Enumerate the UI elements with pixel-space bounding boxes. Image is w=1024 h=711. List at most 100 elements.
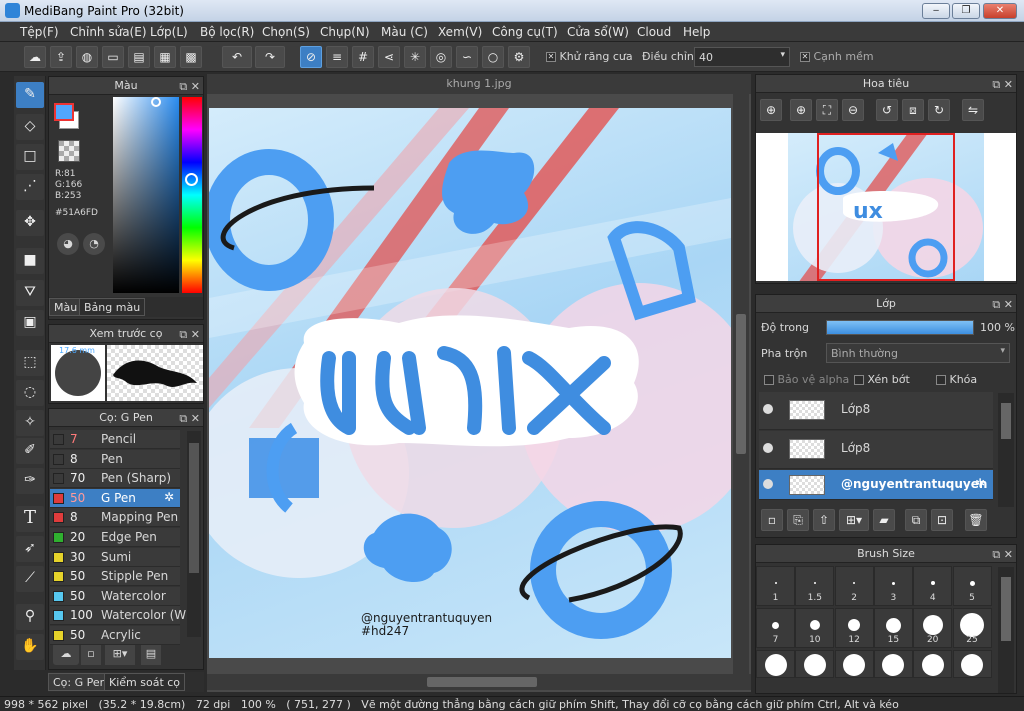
brush-size-cell[interactable] — [834, 650, 874, 678]
panel-controls[interactable]: ⧉ ✕ — [179, 410, 200, 427]
navigator-preview[interactable]: ux — [756, 133, 1016, 283]
opacity-slider[interactable] — [826, 320, 974, 335]
antialias-option[interactable]: ✕ Khử răng cưa — [546, 50, 633, 63]
radial-snap-icon[interactable]: ⋖ — [378, 46, 400, 68]
settings-gear-icon[interactable]: ⚙ — [508, 46, 530, 68]
rotate-right-icon[interactable]: ↻ — [928, 99, 950, 121]
brush-settings-icon[interactable]: ▤ — [141, 643, 161, 665]
curve-snap-icon[interactable]: ∽ — [456, 46, 478, 68]
canvas-vertical-scrollbar[interactable] — [733, 94, 749, 674]
gradient-tool-icon[interactable]: ▣ — [16, 310, 44, 336]
layer-row[interactable]: @nguyentrantuquyen ✲ — [759, 470, 993, 500]
brush-item[interactable]: 70 Pen (Sharp) — [50, 469, 180, 489]
panel-layout-icon[interactable]: ▦ — [154, 46, 176, 68]
magic-wand-tool-icon[interactable]: ✧ — [16, 410, 44, 436]
rotate-left-icon[interactable]: ↺ — [876, 99, 898, 121]
vertical-scroll-thumb[interactable] — [736, 314, 746, 454]
palette-icon[interactable]: ◕ — [57, 233, 79, 255]
brush-item[interactable]: 100 Watercolor (W — [50, 606, 186, 626]
brush-item[interactable]: 50 Stipple Pen — [50, 567, 180, 587]
gear-icon[interactable]: ✲ — [164, 490, 174, 504]
sv-picker-handle[interactable] — [151, 97, 161, 107]
brush-size-cell[interactable]: 10 — [795, 608, 835, 648]
tab-brush[interactable]: Cọ: G Pen — [48, 673, 112, 691]
burst-snap-icon[interactable]: ✳ — [404, 46, 426, 68]
operation-tool-icon[interactable]: ➶ — [16, 536, 44, 562]
canvas-horizontal-scrollbar[interactable] — [207, 674, 751, 690]
minimize-button[interactable]: ‒ — [922, 3, 950, 19]
menu-color[interactable]: Màu (C) — [381, 25, 428, 39]
select-eraser-tool-icon[interactable]: ✑ — [16, 468, 44, 494]
panel-controls[interactable]: ⧉ ✕ — [992, 76, 1013, 93]
gear-icon[interactable]: ✲ — [975, 476, 985, 490]
brush-size-scroll-thumb[interactable] — [1001, 577, 1011, 641]
menu-cloud[interactable]: Cloud — [637, 25, 671, 39]
brush-size-cell[interactable] — [756, 650, 795, 678]
brush-size-cell[interactable]: 1.5 — [795, 566, 835, 606]
brush-list-scrollbar[interactable] — [187, 431, 201, 637]
drawing-canvas[interactable]: @nguyentrantuquyen #hd247 — [209, 108, 731, 658]
scrollbar-thumb[interactable] — [189, 443, 199, 573]
dot-tool-icon[interactable]: ⋰ — [16, 174, 44, 200]
select-rect-tool-icon[interactable]: ⬚ — [16, 350, 44, 376]
brush-item[interactable]: 50 Acrylic — [50, 626, 180, 645]
layer-list-scrollbar[interactable] — [998, 393, 1014, 507]
brush-size-cell[interactable] — [795, 650, 835, 678]
brush-size-cell[interactable] — [913, 650, 953, 678]
eraser-tool-icon[interactable]: ◇ — [16, 114, 44, 140]
zoom-in-icon[interactable]: ⊕ — [790, 99, 812, 121]
menu-edit[interactable]: Chỉnh sửa(E) — [70, 25, 147, 39]
brush-item[interactable]: 8 Pen — [50, 449, 180, 469]
grid-edit-icon[interactable]: ▩ — [180, 46, 202, 68]
layer-row[interactable]: Lớp8 — [759, 392, 993, 430]
brush-size-cell[interactable]: 3 — [873, 566, 913, 606]
brush-item[interactable]: 7 Pencil — [50, 430, 180, 449]
layer-row[interactable]: Lớp8 — [759, 431, 993, 469]
close-button[interactable]: ✕ — [983, 3, 1017, 19]
brush-item[interactable]: 50 Watercolor — [50, 586, 180, 606]
menu-select[interactable]: Chọn(S) — [262, 25, 310, 39]
clipping-option[interactable]: Xén bớt — [854, 373, 910, 386]
select-pen-tool-icon[interactable]: ✐ — [16, 438, 44, 464]
adjust-select[interactable]: 40 ▾ — [694, 47, 790, 67]
blend-mode-select[interactable]: Bình thường ▾ — [826, 343, 1010, 363]
text-tool-icon[interactable]: T — [16, 506, 44, 532]
zoom-fit-icon[interactable]: ⊕ — [760, 99, 782, 121]
delete-layer-icon[interactable]: 🗑 — [965, 509, 987, 531]
menu-file[interactable]: Tệp(F) — [20, 25, 59, 39]
divide-tool-icon[interactable]: ⟋ — [16, 566, 44, 592]
tab-palette[interactable]: Bảng màu — [79, 298, 146, 316]
brush-item[interactable]: 20 Edge Pen — [50, 528, 180, 547]
menu-layer[interactable]: Lớp(L) — [150, 25, 188, 39]
menu-snap[interactable]: Chụp(N) — [320, 25, 370, 39]
menu-window[interactable]: Cửa sổ(W) — [567, 25, 629, 39]
document-icon[interactable]: ▤ — [128, 46, 150, 68]
grid-snap-icon[interactable]: # — [352, 46, 374, 68]
navigator-viewport-frame[interactable] — [817, 133, 955, 281]
add-brush-menu-icon[interactable]: ⊞▾ — [105, 643, 135, 665]
panel-controls[interactable]: ⧉ ✕ — [179, 78, 200, 95]
import-layer-icon[interactable]: ⇧ — [813, 509, 835, 531]
brush-item[interactable]: 30 Sumi — [50, 547, 180, 567]
parallel-snap-icon[interactable]: ≡ — [326, 46, 348, 68]
brush-size-cell[interactable]: 2 — [834, 566, 874, 606]
brush-tool-icon[interactable]: ✎ — [16, 82, 44, 108]
panel-controls[interactable]: ⧉ ✕ — [992, 296, 1013, 313]
folder-icon[interactable]: ▰ — [873, 509, 895, 531]
protect-alpha-option[interactable]: Bảo vệ alpha — [764, 373, 849, 386]
reset-view-icon[interactable]: ⧈ — [902, 99, 924, 121]
horizontal-scroll-thumb[interactable] — [427, 677, 537, 687]
saturation-value-picker[interactable] — [113, 97, 179, 293]
brush-size-cell[interactable]: 15 — [873, 608, 913, 648]
undo-icon[interactable]: ↶ — [222, 46, 252, 68]
maximize-button[interactable]: ❐ — [952, 3, 980, 19]
brush-item[interactable]: 50 G Pen ✲ — [50, 488, 180, 508]
hue-slider-handle[interactable] — [185, 173, 198, 186]
zoom-out-icon[interactable]: ⊖ — [842, 99, 864, 121]
transparent-color-swatch[interactable] — [58, 140, 80, 162]
brush-size-cell[interactable]: 7 — [756, 608, 795, 648]
move-tool-icon[interactable]: ✥ — [16, 210, 44, 236]
tab-brush-control[interactable]: Kiểm soát cọ — [104, 673, 186, 691]
comment-icon[interactable]: ▭ — [102, 46, 124, 68]
menu-tools[interactable]: Công cụ(T) — [492, 25, 558, 39]
